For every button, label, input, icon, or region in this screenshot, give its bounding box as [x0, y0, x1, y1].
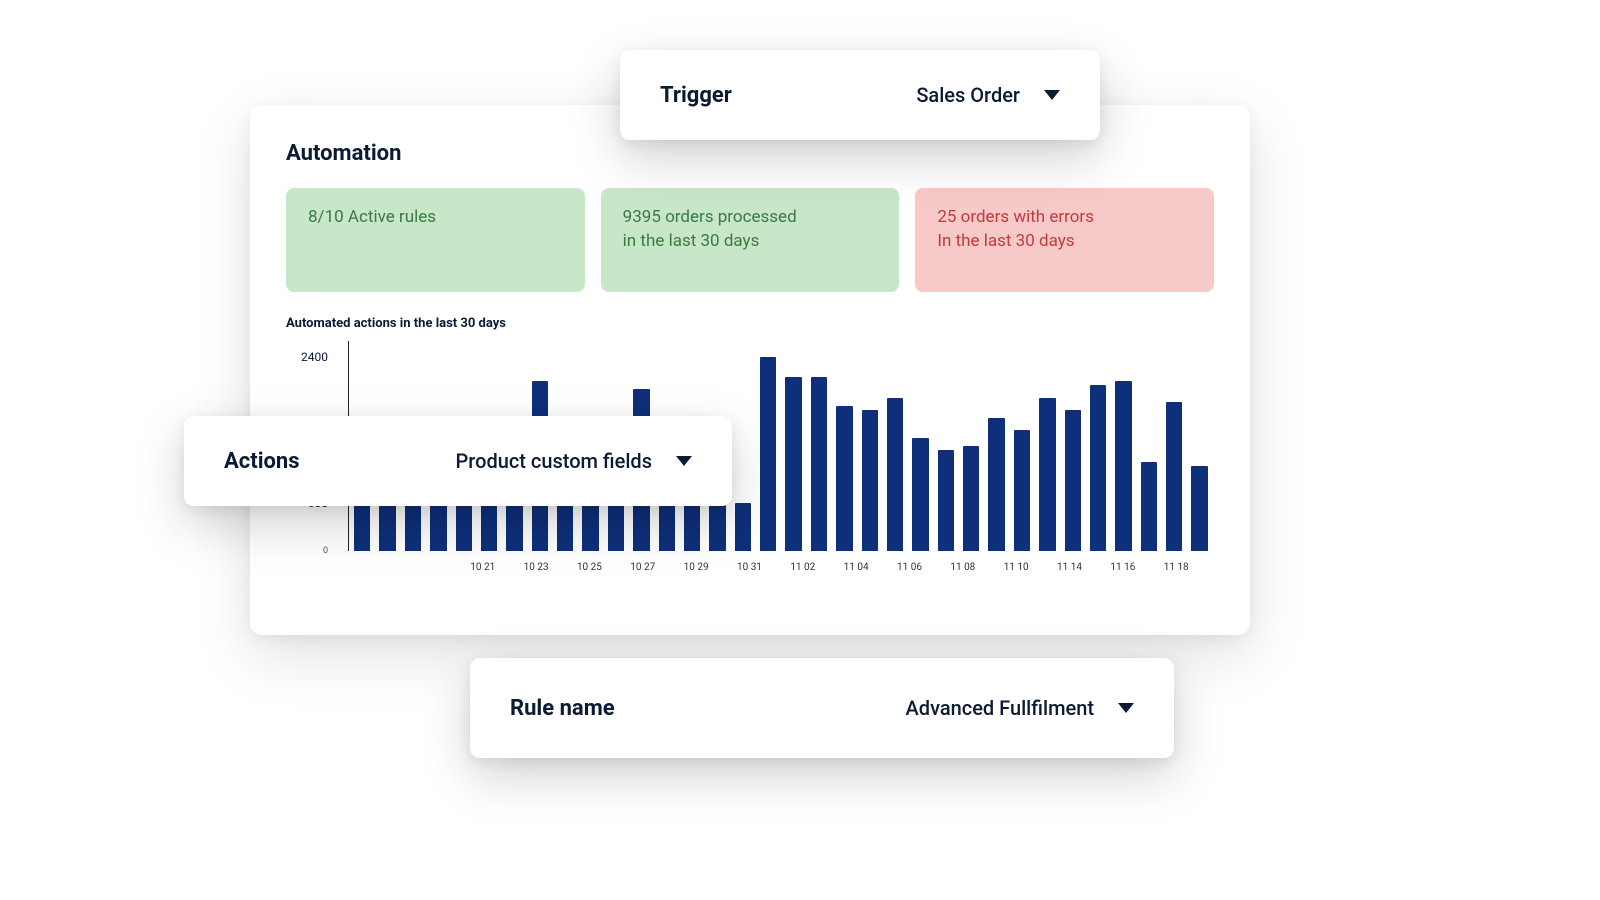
actions-selector[interactable]: Actions Product custom fields	[184, 416, 732, 506]
chart-x-tick	[373, 562, 383, 573]
chart-x-tick	[611, 562, 621, 573]
chart-bar	[1039, 398, 1055, 551]
automation-card: Automation 8/10 Active rules 9395 orders…	[250, 105, 1250, 635]
chart-bar	[988, 418, 1004, 551]
chart-x-tick	[393, 562, 403, 573]
chart-x-tick	[824, 562, 834, 573]
chart-x-tick	[451, 562, 461, 573]
chart-bar	[1141, 462, 1157, 551]
actions-value: Product custom fields	[456, 449, 652, 473]
chart-bar	[912, 438, 928, 551]
chart-x-tick: 11 18	[1164, 562, 1189, 573]
trigger-value: Sales Order	[916, 83, 1020, 107]
chart-x-tick	[931, 562, 941, 573]
chart-y-tick: 0	[323, 546, 328, 556]
chart-x-tick	[1091, 562, 1101, 573]
chart-x-tick	[718, 562, 728, 573]
chart-x-tick: 10 25	[577, 562, 602, 573]
chart-x-tick: 11 04	[844, 562, 869, 573]
chart-bar	[963, 446, 979, 551]
chart-bar	[1014, 430, 1030, 551]
chart-x-tick: 11 08	[950, 562, 975, 573]
actions-label: Actions	[224, 449, 300, 474]
chart-x-tick	[1198, 562, 1208, 573]
chart-x-tick	[558, 562, 568, 573]
stat-active-line1: 8/10 Active rules	[308, 206, 563, 230]
chart-bar	[1065, 410, 1081, 551]
chart-x-tick	[664, 562, 674, 573]
chevron-down-icon	[1044, 90, 1060, 100]
chart-y-tick: 2400	[301, 350, 328, 364]
automation-title: Automation	[286, 141, 1214, 166]
chart-bar	[862, 410, 878, 551]
chart-bar	[887, 398, 903, 551]
stat-active-rules: 8/10 Active rules	[286, 188, 585, 292]
chart-x-tick: 10 29	[684, 562, 709, 573]
chart-bar	[1090, 385, 1106, 551]
chart-x-tick: 10 23	[524, 562, 549, 573]
chart-x-tick: 11 10	[1004, 562, 1029, 573]
chart-bar	[811, 377, 827, 551]
chevron-down-icon	[676, 456, 692, 466]
stat-errors-line1: 25 orders with errors	[937, 206, 1192, 230]
chart-x-tick	[1038, 562, 1048, 573]
rule-name-selector[interactable]: Rule name Advanced Fullfilment	[470, 658, 1174, 758]
chart-x-tick	[984, 562, 994, 573]
chart-bar	[938, 450, 954, 551]
chart-x-tick	[432, 562, 442, 573]
chart-bar	[1115, 381, 1131, 551]
chart-x-tick	[354, 562, 364, 573]
stat-orders-errors: 25 orders with errors In the last 30 day…	[915, 188, 1214, 292]
chart-x-tick	[878, 562, 888, 573]
chart-x-tick: 10 21	[470, 562, 495, 573]
stat-errors-line2: In the last 30 days	[937, 230, 1192, 254]
stat-orders-line2: in the last 30 days	[623, 230, 878, 254]
chart-bar	[1166, 402, 1182, 551]
chart-x-tick	[412, 562, 422, 573]
chevron-down-icon	[1118, 703, 1134, 713]
rule-name-value: Advanced Fullfilment	[906, 696, 1094, 720]
stats-row: 8/10 Active rules 9395 orders processed …	[286, 188, 1214, 292]
rule-name-label: Rule name	[510, 696, 615, 721]
chart-x-tick: 10 27	[630, 562, 655, 573]
chart-x-tick: 11 16	[1110, 562, 1135, 573]
chart-bar	[735, 503, 751, 551]
chart-x-tick: 11 06	[897, 562, 922, 573]
chart-bar	[1191, 466, 1207, 551]
chart-bar	[836, 406, 852, 551]
chart-x-tick	[771, 562, 781, 573]
chart-x-tick	[1144, 562, 1154, 573]
trigger-selector[interactable]: Trigger Sales Order	[620, 50, 1100, 140]
chart-x-tick: 11 02	[790, 562, 815, 573]
chart-x-labels: 10 21 10 23 10 25 10 27 10 29 10 31 11 02 11 04…	[354, 562, 1208, 573]
chart-title: Automated actions in the last 30 days	[286, 316, 1214, 331]
chart-x-tick: 11 14	[1057, 562, 1082, 573]
chart-bar	[785, 377, 801, 551]
stat-orders-line1: 9395 orders processed	[623, 206, 878, 230]
trigger-label: Trigger	[660, 83, 732, 108]
chart-bar	[760, 357, 776, 551]
stat-orders-processed: 9395 orders processed in the last 30 day…	[601, 188, 900, 292]
chart-x-tick: 10 31	[737, 562, 762, 573]
chart-x-tick	[504, 562, 514, 573]
